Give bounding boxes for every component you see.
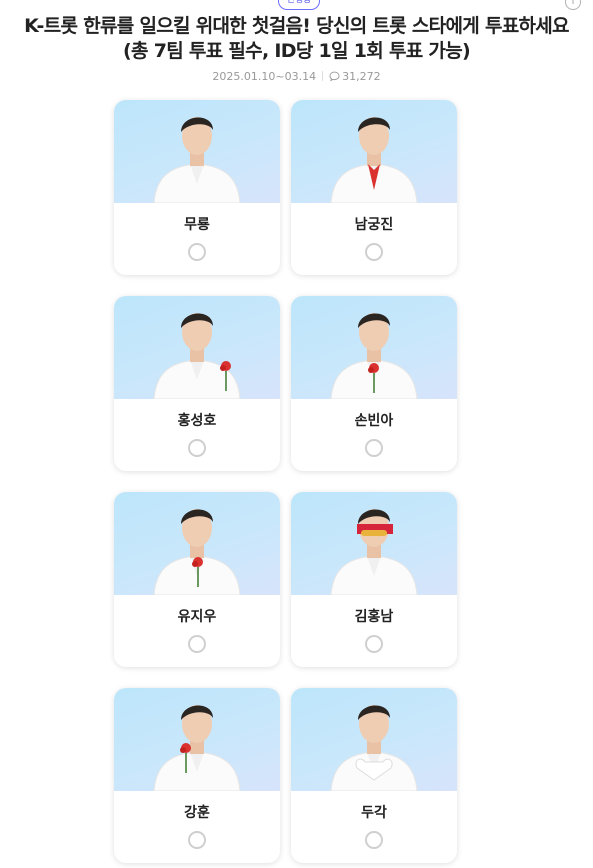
candidate-photo bbox=[114, 688, 280, 791]
candidate-photo bbox=[291, 100, 457, 203]
info-icon[interactable]: i bbox=[565, 0, 581, 10]
candidate-name: 김홍남 bbox=[354, 609, 394, 625]
candidate-name: 홍성호 bbox=[177, 413, 217, 429]
candidate-photo bbox=[153, 705, 241, 791]
candidate-card[interactable]: 강훈 bbox=[114, 688, 280, 863]
candidate-name: 무룡 bbox=[184, 217, 210, 233]
candidate-photo bbox=[330, 117, 418, 203]
candidate-photo bbox=[330, 509, 418, 595]
vote-meta: 2025.01.10~03.14 31,272 bbox=[0, 70, 593, 86]
comment-icon bbox=[329, 71, 340, 86]
candidate-photo bbox=[153, 117, 241, 203]
vote-radio[interactable] bbox=[188, 243, 206, 261]
candidate-photo bbox=[291, 296, 457, 399]
vote-period: 2025.01.10~03.14 bbox=[212, 70, 317, 83]
candidate-photo bbox=[330, 705, 418, 791]
vote-radio[interactable] bbox=[365, 635, 383, 653]
vote-radio[interactable] bbox=[365, 831, 383, 849]
candidate-photo bbox=[291, 492, 457, 595]
vote-radio[interactable] bbox=[365, 243, 383, 261]
divider bbox=[322, 71, 324, 81]
candidate-photo bbox=[153, 509, 241, 595]
candidate-photo bbox=[114, 296, 280, 399]
candidate-photo bbox=[114, 100, 280, 203]
candidate-card[interactable]: 김홍남 bbox=[291, 492, 457, 667]
candidate-photo bbox=[153, 313, 241, 399]
vote-radio[interactable] bbox=[188, 831, 206, 849]
candidate-name: 강훈 bbox=[184, 805, 210, 821]
page-title: K-트롯 한류를 일으킬 위대한 첫걸음! 당신의 트롯 스타에게 투표하세요 … bbox=[24, 15, 569, 62]
candidate-name: 손빈아 bbox=[354, 413, 394, 429]
candidate-card[interactable]: 홍성호 bbox=[114, 296, 280, 471]
candidate-name: 남궁진 bbox=[354, 217, 394, 233]
candidate-card[interactable]: 손빈아 bbox=[291, 296, 457, 471]
status-badge: 진행중 bbox=[278, 0, 320, 10]
candidate-card[interactable]: 무룡 bbox=[114, 100, 280, 275]
comment-count: 31,272 bbox=[342, 70, 381, 83]
candidate-photo bbox=[114, 492, 280, 595]
candidate-name: 유지우 bbox=[177, 609, 217, 625]
vote-radio[interactable] bbox=[188, 439, 206, 457]
vote-radio[interactable] bbox=[365, 439, 383, 457]
candidate-photo bbox=[291, 688, 457, 791]
candidate-name: 두각 bbox=[361, 805, 387, 821]
candidate-photo bbox=[330, 313, 418, 399]
candidate-card[interactable]: 남궁진 bbox=[291, 100, 457, 275]
vote-radio[interactable] bbox=[188, 635, 206, 653]
candidate-card[interactable]: 유지우 bbox=[114, 492, 280, 667]
candidate-card[interactable]: 두각 bbox=[291, 688, 457, 863]
